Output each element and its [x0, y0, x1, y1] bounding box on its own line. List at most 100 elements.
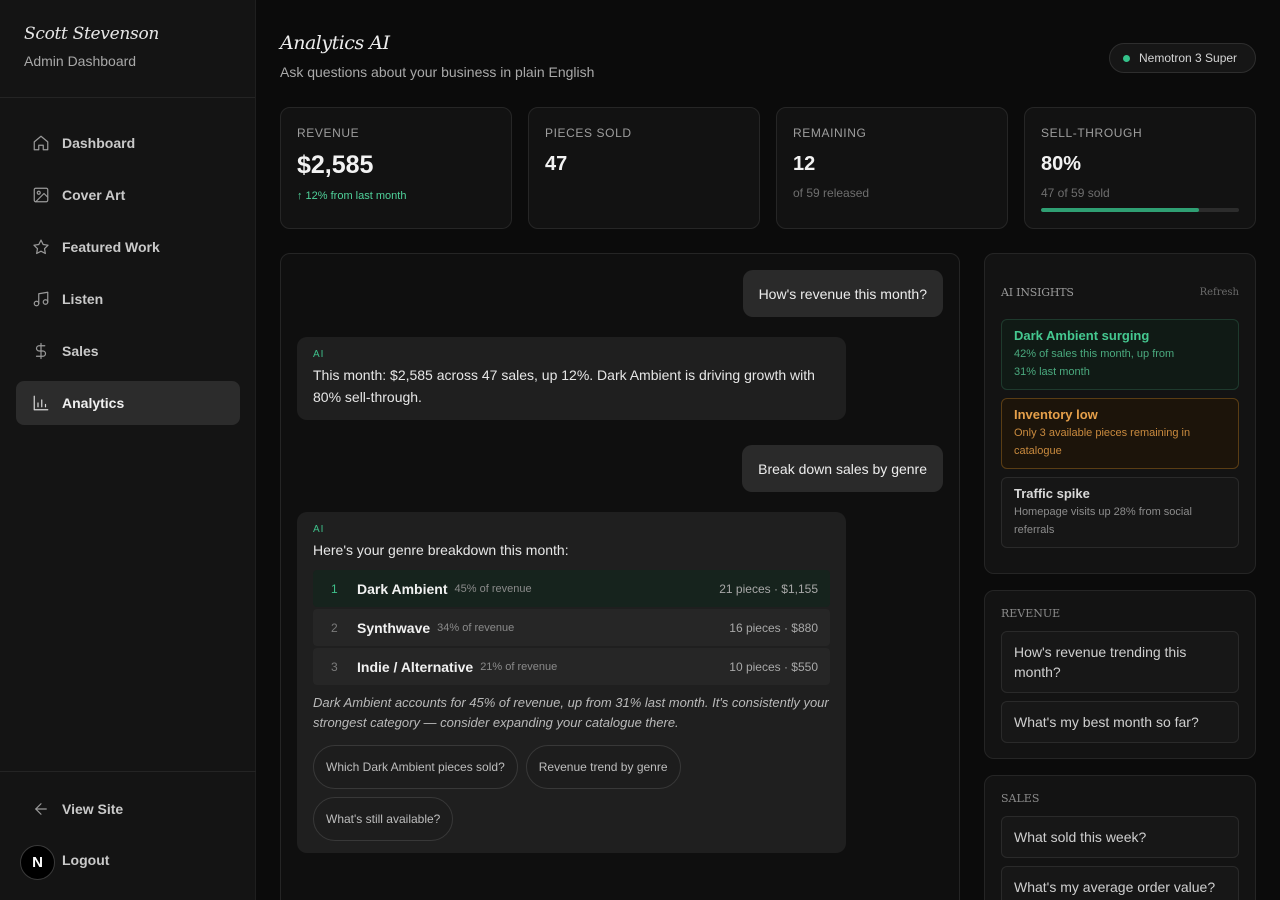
genre-rank: 2	[331, 620, 338, 635]
genre-stats: 21 pieces · $1,155	[719, 581, 818, 596]
stat-card-pieces-sold: PIECES SOLD 47	[528, 107, 760, 229]
insight-text: Only 3 available pieces remaining in cat…	[1014, 427, 1191, 457]
insight-card[interactable]: Inventory low Only 3 available pieces re…	[1001, 398, 1239, 469]
stat-value: 12	[793, 153, 816, 175]
insight-text: Homepage visits up 28% from social refer…	[1014, 506, 1192, 536]
genre-share: 34% of revenue	[437, 621, 515, 634]
insight-card[interactable]: Dark Ambient surging 42% of sales this m…	[1001, 319, 1239, 390]
home-icon	[32, 134, 50, 152]
sidebar-item-label: Analytics	[62, 395, 125, 411]
genre-rank: 3	[331, 659, 338, 674]
stat-card-revenue: REVENUE $2,585 ↑ 12% from last month	[280, 107, 512, 229]
insight-title: Dark Ambient surging	[1014, 328, 1150, 343]
insight-list: Dark Ambient surging 42% of sales this m…	[1001, 319, 1239, 548]
genre-name: Indie / Alternative	[357, 658, 474, 675]
genre-name: Dark Ambient	[357, 580, 448, 597]
insight-title: Inventory low	[1014, 407, 1098, 422]
sidebar-item-label: Listen	[62, 291, 104, 307]
view-site-link[interactable]: View Site	[32, 800, 123, 818]
bar-chart-icon	[32, 394, 50, 412]
suggestion-chip[interactable]: Revenue trend by genre	[525, 745, 681, 789]
page-subtitle: Ask questions about your business in pla…	[280, 64, 595, 80]
stat-label: REMAINING	[793, 126, 867, 140]
panel-title: SALES	[1001, 792, 1040, 805]
revenue-questions-panel: REVENUE How's revenue trending this mont…	[984, 590, 1256, 759]
logout-button[interactable]: Logout	[32, 852, 109, 868]
refresh-button[interactable]: Refresh	[1200, 287, 1239, 298]
question-button[interactable]: What's my average order value?	[1001, 866, 1239, 900]
question-button[interactable]: What sold this week?	[1001, 816, 1239, 858]
panel-title: AI INSIGHTS	[1001, 285, 1074, 299]
stat-label: SELL-THROUGH	[1041, 126, 1143, 140]
app: Scott Stevenson Admin Dashboard Dashboar…	[0, 0, 1280, 900]
genre-share: 45% of revenue	[454, 582, 532, 595]
sidebar-item-label: Featured Work	[62, 239, 160, 255]
brand-subtitle: Admin Dashboard	[24, 53, 137, 69]
stat-note: 47 of 59 sold	[1041, 186, 1110, 200]
sidebar-item-featured-work[interactable]: Featured Work	[16, 225, 240, 269]
suggestion-chips: Which Dark Ambient pieces sold? Revenue …	[313, 745, 733, 841]
sidebar-item-label: Sales	[62, 343, 99, 359]
sidebar-footer: View Site N Logout	[0, 771, 256, 900]
brand-name: Scott Stevenson	[24, 24, 160, 44]
ai-tag: AI	[313, 524, 325, 535]
brand: Scott Stevenson Admin Dashboard	[0, 0, 255, 98]
sidebar-item-dashboard[interactable]: Dashboard	[16, 121, 240, 165]
genre-name: Synthwave	[357, 619, 431, 636]
genre-row: 3 Indie / Alternative 21% of revenue 10 …	[313, 648, 830, 685]
sidebar-item-cover-art[interactable]: Cover Art	[16, 173, 240, 217]
sell-through-progress-bar	[1041, 208, 1239, 212]
music-icon	[32, 290, 50, 308]
view-site-label: View Site	[62, 801, 124, 817]
chat-panel: How's revenue this month? AI This month:…	[280, 253, 960, 900]
genre-stats: 16 pieces · $880	[729, 620, 818, 635]
panel-title: REVENUE	[1001, 607, 1061, 620]
genre-row: 2 Synthwave 34% of revenue 16 pieces · $…	[313, 609, 830, 646]
stat-trend: ↑ 12% from last month	[297, 190, 407, 202]
genre-share: 21% of revenue	[480, 660, 558, 673]
insight-card[interactable]: Traffic spike Homepage visits up 28% fro…	[1001, 477, 1239, 548]
stat-card-sell-through: SELL-THROUGH 80% 47 of 59 sold	[1024, 107, 1256, 229]
suggestion-chip[interactable]: Which Dark Ambient pieces sold?	[313, 745, 518, 789]
logout-label: Logout	[62, 852, 110, 868]
sales-questions-panel: SALES What sold this week? What's my ave…	[984, 775, 1256, 900]
progress-fill	[1041, 208, 1200, 212]
arrow-left-icon	[35, 803, 47, 815]
model-name: Nemotron 3 Super	[1139, 51, 1238, 65]
dollar-icon	[32, 342, 50, 360]
user-message: Break down sales by genre	[742, 445, 943, 492]
user-message: How's revenue this month?	[742, 270, 943, 317]
question-button[interactable]: What's my best month so far?	[1001, 701, 1239, 743]
sidebar-nav: Dashboard Cover Art Featured Work Listen…	[16, 121, 240, 433]
model-badge[interactable]: Nemotron 3 Super	[1109, 43, 1256, 73]
sidebar-item-analytics[interactable]: Analytics	[16, 381, 240, 425]
sidebar-item-sales[interactable]: Sales	[16, 329, 240, 373]
ai-message-text: This month: $2,585 across 47 sales, up 1…	[313, 367, 815, 405]
ai-message-text: Here's your genre breakdown this month:	[313, 542, 569, 558]
ai-insights-panel: AI INSIGHTS Refresh Dark Ambient surging…	[984, 253, 1256, 574]
genre-stats: 10 pieces · $550	[729, 659, 818, 674]
insight-title: Traffic spike	[1014, 486, 1090, 501]
sidebar: Scott Stevenson Admin Dashboard Dashboar…	[0, 0, 256, 900]
genre-row: 1 Dark Ambient 45% of revenue 21 pieces …	[313, 570, 830, 607]
star-icon	[32, 238, 50, 256]
stat-label: REVENUE	[297, 126, 360, 140]
ai-message: AI This month: $2,585 across 47 sales, u…	[297, 337, 846, 420]
image-icon	[32, 186, 50, 204]
stat-value: 80%	[1041, 153, 1082, 175]
sidebar-item-label: Dashboard	[62, 135, 136, 151]
ai-tag: AI	[313, 349, 325, 360]
question-button[interactable]: How's revenue trending this month?	[1001, 631, 1239, 693]
sidebar-item-label: Cover Art	[62, 187, 126, 203]
sidebar-item-listen[interactable]: Listen	[16, 277, 240, 321]
stat-note: of 59 released	[793, 186, 870, 200]
panel-header: AI INSIGHTS Refresh	[1001, 282, 1239, 302]
page-title: Analytics AI	[280, 32, 390, 54]
status-dot-icon	[1123, 54, 1130, 62]
ai-message: AI Here's your genre breakdown this mont…	[297, 512, 846, 853]
suggestion-chip[interactable]: What's still available?	[313, 797, 454, 841]
ai-summary: Dark Ambient accounts for 45% of revenue…	[313, 695, 829, 730]
stat-value: 47	[545, 153, 568, 175]
stat-card-remaining: REMAINING 12 of 59 released	[776, 107, 1008, 229]
genre-rank: 1	[331, 581, 338, 596]
